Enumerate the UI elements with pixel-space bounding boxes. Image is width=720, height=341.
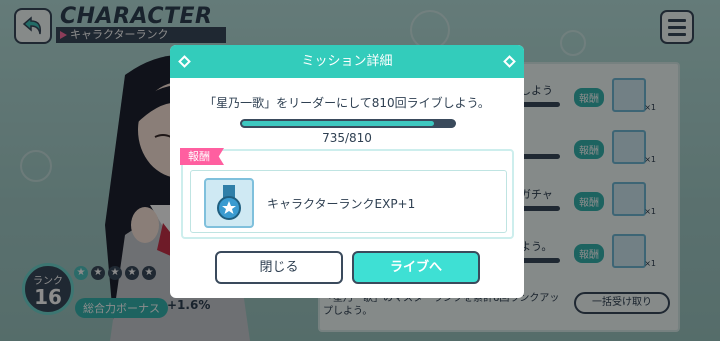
reward-item: キャラクターランクEXP+1 [190,170,507,233]
reward-section: 報酬 キャラクターランクEXP+1 [180,148,514,239]
dialog-header: ミッション詳細 [170,45,524,78]
progress-fill [242,121,435,126]
go-to-live-button[interactable]: ライブへ [352,251,480,284]
dialog-title: ミッション詳細 [301,54,393,69]
close-button[interactable]: 閉じる [215,251,343,284]
reward-tag: 報酬 [180,148,224,165]
mission-progress-bar [240,119,456,128]
mission-description: 「星乃一歌」をリーダーにして810回ライブしよう。 [204,96,490,110]
diamond-icon [178,55,191,68]
mission-detail-dialog: ミッション詳細 「星乃一歌」をリーダーにして810回ライブしよう。 735/81… [170,45,524,298]
progress-text: 735/810 [322,131,372,145]
diamond-icon [503,55,516,68]
reward-name: キャラクターランクEXP+1 [267,197,416,211]
medal-icon [204,178,254,228]
